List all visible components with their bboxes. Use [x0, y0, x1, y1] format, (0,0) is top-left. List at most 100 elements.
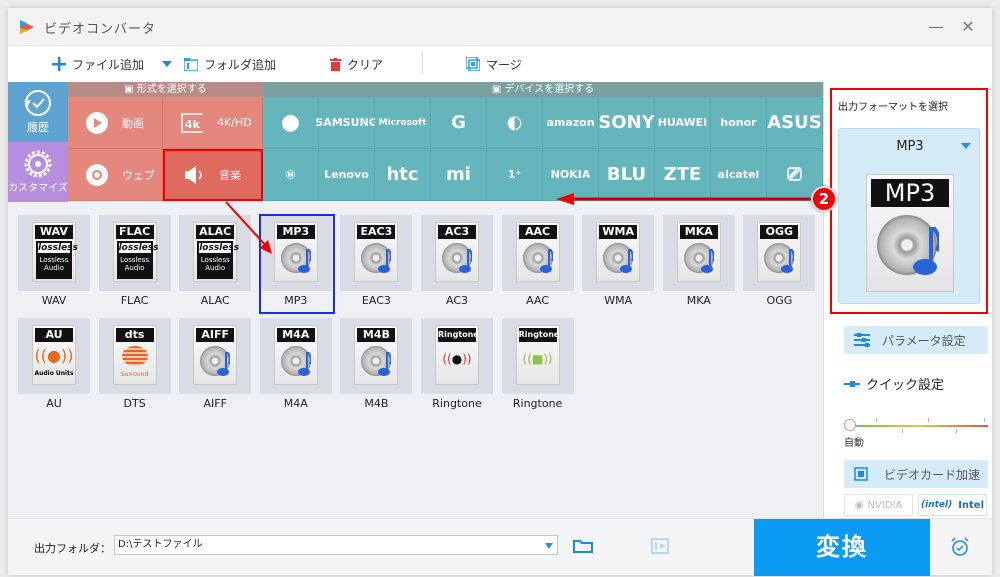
format-tile-mka[interactable]: MKA MKA [662, 215, 735, 311]
device-zte[interactable]: ZTE [655, 149, 711, 201]
caret-down-icon[interactable] [545, 543, 553, 549]
device-honor[interactable]: honor [711, 97, 767, 149]
device-htc[interactable]: htc [375, 149, 431, 201]
format-tile-eac3[interactable]: EAC3 EAC3 [340, 215, 413, 311]
parameter-settings-button[interactable]: パラメータ設定 [844, 326, 988, 354]
device-lg[interactable]: ◐ [487, 97, 543, 149]
quality-slider[interactable] [844, 418, 988, 440]
folder-film-icon [184, 57, 198, 71]
format-tile-aac[interactable]: AAC AAC [501, 215, 574, 311]
format-tile-m4b[interactable]: M4B M4B [340, 318, 413, 414]
output-format-select[interactable]: MP3 MP3 [838, 128, 980, 304]
device-nokia[interactable]: NOKIA [543, 149, 599, 201]
slider-handle-icon [844, 380, 860, 387]
format-tile-ringtone[interactable]: Ringtone ((●)) Ringtone [421, 318, 493, 414]
device-microsoft[interactable]: Microsoft [375, 97, 431, 149]
format-tile-flac[interactable]: FLAC lossless Lossless Audio FLAC [98, 215, 171, 311]
gpu-acceleration-button[interactable]: ビデオカード加速 [844, 460, 988, 488]
alarm-clock-icon[interactable] [950, 537, 970, 557]
device-motorola[interactable]: Ⓜ [263, 149, 319, 201]
music-note-icon [378, 249, 392, 273]
format-tile-wav[interactable]: WAV lossless Lossless Audio WAV [18, 215, 90, 311]
android-ringtone-icon: ((■)) [522, 352, 553, 366]
gpu-acceleration-label: ビデオカード加速 [884, 467, 981, 482]
device-icon: ▣ [491, 84, 505, 95]
format-band: AIFF [196, 328, 235, 342]
play-icon [86, 111, 108, 134]
format-band: AU [35, 328, 73, 342]
format-icon: M4A [273, 325, 318, 385]
audio-units-icon: ((●)) [34, 346, 74, 365]
device-g[interactable]: G [431, 97, 487, 149]
device-logo-asus-icon: ASUS [767, 112, 822, 133]
format-tile-ringtone[interactable]: Ringtone ((■)) Ringtone [501, 318, 574, 414]
category-music[interactable]: 音楽 [163, 149, 263, 201]
format-icon: ALAC lossless Lossless Audio [193, 222, 239, 282]
format-tile-ogg[interactable]: OGG OGG [743, 215, 816, 311]
toolbar-divider [422, 52, 423, 74]
format-icon: AAC [515, 222, 560, 282]
merge-icon [466, 57, 480, 71]
output-format-highlight: 出力フォーマットを選択 MP3 MP3 [830, 88, 988, 314]
device-lenovo[interactable]: Lenovo [319, 149, 375, 201]
output-folder-input[interactable]: D:\テストファイル [114, 535, 558, 555]
4k-icon: 4k [181, 112, 203, 134]
open-folder-icon[interactable] [573, 539, 593, 553]
slider-track [848, 425, 988, 427]
add-folder-button[interactable]: フォルダ追加 [184, 54, 276, 74]
close-button[interactable]: ✕ [958, 18, 978, 36]
add-folder-label: フォルダ追加 [204, 57, 277, 72]
format-tile-dts[interactable]: dts Surround DTS [98, 318, 171, 414]
device-samsung[interactable]: SAMSUNG [315, 97, 378, 149]
device-logo-apple-icon: ● [280, 110, 301, 135]
format-tile-au[interactable]: AU ((●)) Audio Units AU [18, 318, 90, 414]
format-tile-aiff[interactable]: AIFF AIFF [179, 318, 252, 414]
intel-option[interactable]: (intel) Intel [918, 494, 987, 516]
format-label: ALAC [200, 294, 230, 307]
speaker-icon [183, 164, 205, 186]
format-tile-wma[interactable]: WMA WMA [582, 215, 655, 311]
add-file-button[interactable]: ファイル追加 [52, 54, 144, 74]
merge-button[interactable]: マージ [466, 54, 522, 74]
convert-button[interactable]: 変換 [754, 519, 930, 576]
slider-knob[interactable] [844, 419, 856, 431]
category-web[interactable]: ウェブ [68, 149, 163, 201]
caret-down-icon [162, 61, 172, 67]
category-4k-hd[interactable]: 4k 4K/HD [163, 97, 263, 149]
device-blu[interactable]: BLU [599, 149, 655, 201]
nvidia-option[interactable]: ◉ NVIDIA [844, 494, 913, 516]
category-video[interactable]: 動画 [68, 97, 163, 149]
device-logo-amazon-icon: amazon [546, 116, 595, 129]
format-label: AC3 [445, 294, 468, 307]
music-note-icon [539, 249, 553, 273]
device-sony[interactable]: SONY [598, 97, 655, 149]
format-label: Ringtone [432, 397, 482, 410]
device-oneplus[interactable]: 1⁺ [487, 149, 543, 201]
history-button[interactable]: 履歴 [8, 82, 68, 142]
device-alcatel[interactable]: alcatel [711, 149, 767, 201]
clear-button[interactable]: クリア [330, 54, 383, 74]
device-mi[interactable]: mi [431, 149, 487, 201]
device-asus[interactable]: ASUS [767, 97, 823, 149]
preview-icon[interactable] [651, 538, 669, 554]
format-tile-m4a[interactable]: M4A M4A [259, 318, 332, 414]
format-label: OGG [766, 294, 793, 307]
output-settings-pane: 出力フォーマットを選択 MP3 MP3 パラメータ設定 クイック設定 自動 ビデ… [823, 82, 992, 518]
format-label: WMA [604, 294, 633, 307]
customize-button[interactable]: カスタマイズ [8, 142, 68, 202]
disc-icon [280, 243, 311, 273]
lossless-icon: lossless Lossless Audio [197, 241, 239, 279]
music-note-icon [459, 249, 472, 273]
format-tile-mp3[interactable]: MP3 MP3 [258, 214, 335, 314]
minimize-button[interactable]: — [926, 18, 946, 36]
mp3-format-icon: MP3 [866, 174, 954, 292]
format-tile-alac[interactable]: ALAC lossless Lossless Audio ALAC [179, 215, 252, 311]
music-note-icon [781, 249, 795, 273]
format-band: dts [115, 328, 154, 342]
format-tile-ac3[interactable]: AC3 AC3 [421, 215, 493, 311]
device-apple[interactable]: ● [263, 97, 319, 149]
bottom-bar: 出力フォルダ： D:\テストファイル 変換 [8, 518, 992, 576]
device-huawei[interactable]: HUAWEI [655, 97, 711, 149]
add-file-dropdown[interactable] [162, 54, 172, 74]
device-amazon[interactable]: amazon [543, 97, 599, 149]
